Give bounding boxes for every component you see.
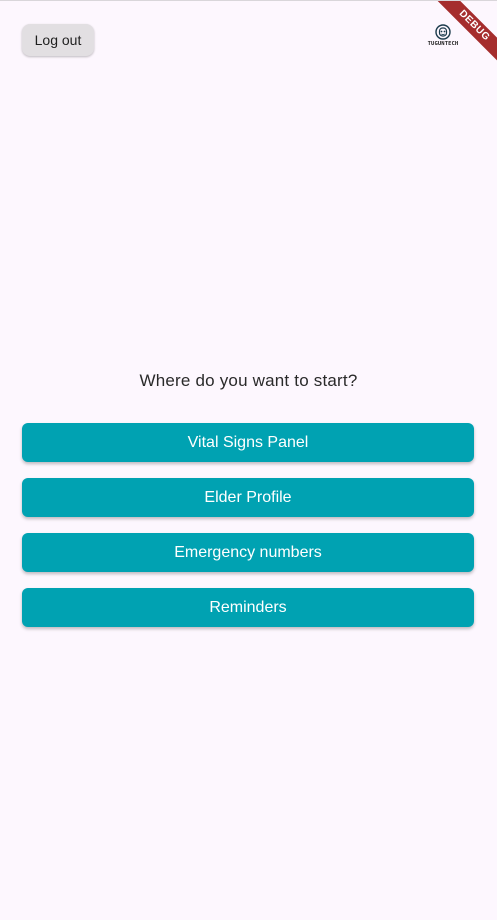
app-screen: Log out TUGUNTECH DEBUG Where do you wan… [0,0,497,920]
start-menu: Vital Signs Panel Elder Profile Emergenc… [22,423,474,643]
vital-signs-panel-button[interactable]: Vital Signs Panel [22,423,474,462]
logout-button[interactable]: Log out [22,24,94,56]
app-logo: TUGUNTECH [424,24,462,52]
start-prompt: Where do you want to start? [139,371,358,390]
elder-profile-button[interactable]: Elder Profile [22,478,474,517]
tuguntech-logo-icon [435,24,451,40]
emergency-numbers-button[interactable]: Emergency numbers [22,533,474,572]
logo-text: TUGUNTECH [427,41,459,47]
reminders-button[interactable]: Reminders [22,588,474,627]
